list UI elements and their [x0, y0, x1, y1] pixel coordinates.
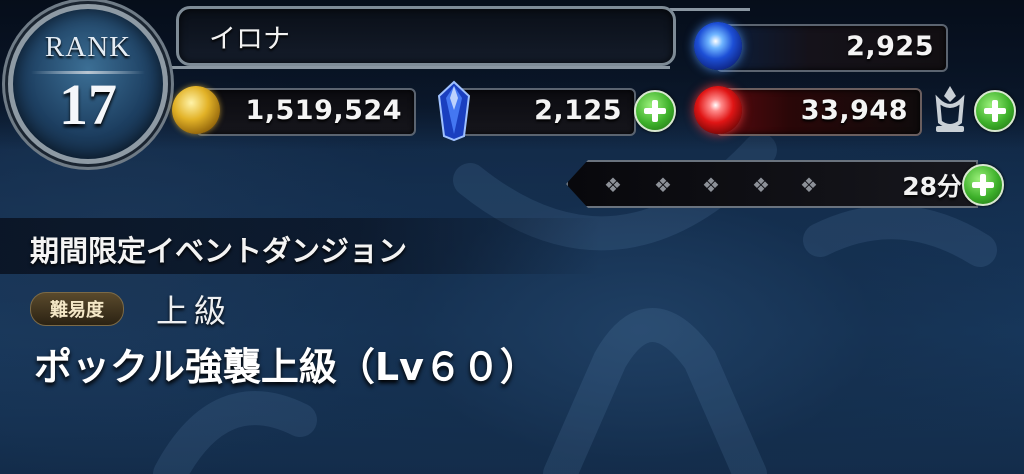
frame-line — [160, 66, 670, 69]
crown-emblem-icon — [935, 86, 965, 132]
stamina-gem-icon: ❖ — [604, 173, 622, 197]
difficulty-badge: 難易度 — [30, 292, 124, 326]
add-stamina-button[interactable] — [962, 164, 1004, 206]
dungeon-title: ポックル強襲上級（Lv６０） — [34, 345, 538, 389]
rank-label: RANK — [44, 31, 132, 63]
crystal-value: 2,125 — [534, 95, 622, 126]
red-orb-icon — [694, 86, 742, 134]
stamina-timer: 28分 — [902, 172, 962, 201]
blue-orb-icon — [694, 22, 742, 70]
red-orb-value: 33,948 — [800, 95, 908, 126]
rank-value: 17 — [59, 72, 117, 137]
player-nameplate[interactable]: イロナ — [176, 6, 676, 66]
blue-orb-counter: 2,925 — [716, 24, 948, 72]
difficulty-value: 上級 — [156, 292, 233, 330]
add-red-orb-button[interactable] — [974, 90, 1016, 132]
stamina-gem-icon: ❖ — [752, 173, 770, 197]
blue-crystal-icon — [437, 80, 471, 142]
rank-medallion: RANK 17 — [8, 4, 168, 164]
red-orb-counter: 33,948 — [716, 88, 922, 136]
add-crystal-button[interactable] — [634, 90, 676, 132]
event-category-label: 期間限定イベントダンジョン — [30, 234, 408, 268]
gold-value: 1,519,524 — [245, 95, 402, 126]
player-name: イロナ — [209, 24, 290, 55]
stamina-gem-icon: ❖ — [702, 173, 720, 197]
gold-counter: 1,519,524 — [196, 88, 416, 136]
frame-line — [670, 8, 750, 11]
difficulty-label: 難易度 — [50, 300, 104, 321]
stamina-bar: ❖ ❖ ❖ ❖ ❖ 28分 — [566, 160, 978, 208]
event-category-banner: 期間限定イベントダンジョン — [0, 218, 600, 274]
stamina-gem-icon: ❖ — [654, 173, 672, 197]
gold-coin-icon — [172, 86, 220, 134]
blue-orb-value: 2,925 — [846, 31, 934, 62]
crystal-counter: 2,125 — [456, 88, 636, 136]
stamina-gem-icon: ❖ — [800, 173, 818, 197]
